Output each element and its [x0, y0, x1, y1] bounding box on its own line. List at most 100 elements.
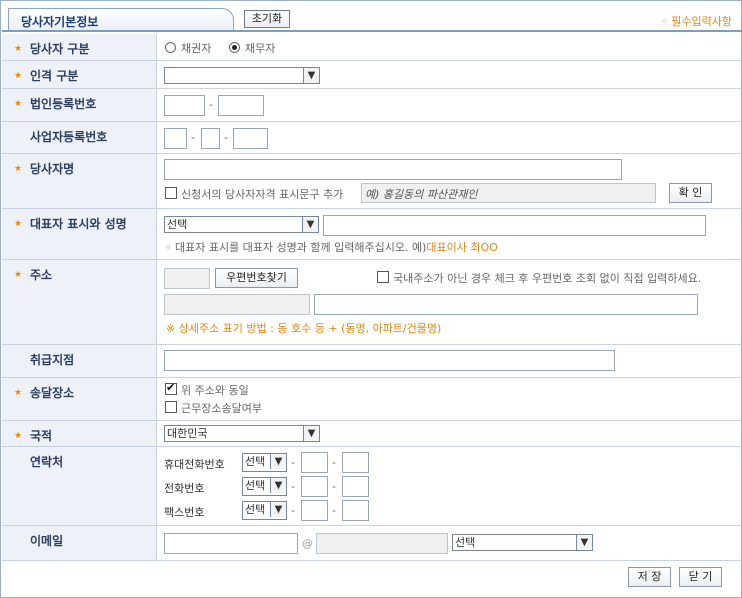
- chevron-down-icon: ▼: [270, 454, 286, 469]
- phone-prefix-select[interactable]: 선택 ▼: [242, 477, 287, 496]
- representative-title-select[interactable]: 선택 ▼: [164, 216, 319, 233]
- label-cell: 이메일: [2, 526, 157, 560]
- dash: -: [291, 504, 295, 517]
- label-cell: 사업자등록번호: [2, 122, 157, 153]
- phone-mid-input[interactable]: [301, 476, 328, 497]
- person-type-select[interactable]: ▼: [164, 67, 320, 84]
- required-star-icon: ★: [14, 388, 23, 398]
- required-star-icon: ★: [14, 219, 23, 229]
- row-address: ★ 주소 우편번호찾기 국내주소가 아닌 경우 체크 후 우편번호 조회 없이 직…: [2, 260, 742, 345]
- qualification-check-label: 신청서의 당사자자격 표시문구 추가: [181, 188, 344, 201]
- qualification-checkbox[interactable]: [165, 187, 177, 199]
- email-domain-select[interactable]: 선택 ▼: [452, 534, 593, 551]
- hint-text: ◦ 대표자 표시를 대표자 성명과 함께 입력해주십시오. 예): [165, 241, 427, 254]
- find-zipcode-button[interactable]: 우편번호찾기: [215, 268, 298, 288]
- required-star-icon: ★: [14, 99, 23, 109]
- close-button[interactable]: 닫 기: [679, 567, 722, 587]
- biz-reg-no-part2[interactable]: [201, 128, 220, 149]
- debtor-label: 채무자: [245, 42, 276, 55]
- address-detail-input[interactable]: [314, 294, 698, 315]
- same-address-checkbox[interactable]: [165, 381, 177, 395]
- hint-example: 대표이사 최OO: [426, 241, 498, 254]
- creditor-label: 채권자: [181, 42, 212, 55]
- label-cell: 연락처: [2, 447, 157, 525]
- biz-reg-no-part3[interactable]: [233, 128, 268, 149]
- branch-input[interactable]: [164, 350, 615, 371]
- save-button[interactable]: 저 장: [628, 567, 671, 587]
- row-party-name: ★ 당사자명 신청서의 당사자자격 표시문구 추가 예) 홍길동의 파산관재인 확…: [2, 154, 742, 209]
- fax-mid-input[interactable]: [301, 500, 328, 521]
- phone-last-input[interactable]: [342, 476, 369, 497]
- required-star-icon: ★: [14, 44, 23, 54]
- biz-reg-no-part1[interactable]: [164, 128, 187, 149]
- nationality-select[interactable]: 대한민국 ▼: [164, 425, 320, 442]
- address-format-note: ※ 상세주소 표기 방법 : 동 호수 등 + (동명, 아파트/건물명): [166, 322, 442, 335]
- workplace-delivery-checkbox[interactable]: [165, 401, 177, 413]
- foreign-address-label: 국내주소가 아닌 경우 체크 후 우편번호 조회 없이 직접 입력하세요.: [393, 272, 702, 285]
- row-contact: 연락처 휴대전화번호 선택 ▼ - - 전화번호 선택 ▼ - - 팩스번호 선택 ▼…: [2, 447, 742, 526]
- email-local-input[interactable]: [164, 533, 298, 554]
- chevron-down-icon: ▼: [303, 426, 319, 441]
- zipcode-input[interactable]: [164, 268, 210, 289]
- dash: -: [291, 456, 295, 469]
- corp-reg-no-label: 법인등록번호: [30, 97, 97, 111]
- dash: -: [191, 131, 195, 144]
- row-party-type: ★ 당사자 구분 채권자 채무자: [2, 34, 742, 61]
- representative-select-value: 선택: [167, 218, 188, 231]
- biz-reg-no-label: 사업자등록번호: [30, 130, 108, 144]
- row-delivery: ★ 송달장소 위 주소와 동일 근무장소송달여부: [2, 378, 742, 421]
- label-cell: ★ 당사자 구분: [2, 34, 157, 60]
- nationality-label: 국적: [30, 429, 53, 443]
- corp-reg-no-part2[interactable]: [218, 95, 264, 116]
- dash: -: [224, 131, 228, 144]
- person-type-label: 인격 구분: [30, 69, 79, 83]
- required-star-icon: ★: [14, 71, 23, 81]
- representative-label: 대표자 표시와 성명: [30, 217, 127, 231]
- required-note: ◦ 필수입력사항: [661, 15, 732, 28]
- mobile-mid-input[interactable]: [301, 452, 328, 473]
- reset-button[interactable]: 초기화: [244, 10, 290, 28]
- row-corp-reg-no: ★ 법인등록번호 -: [2, 89, 742, 122]
- representative-name-input[interactable]: [323, 215, 706, 236]
- row-nationality: ★ 국적 대한민국 ▼: [2, 421, 742, 447]
- fax-prefix-select[interactable]: 선택 ▼: [242, 501, 287, 520]
- label-cell: ★ 법인등록번호: [2, 89, 157, 121]
- mobile-prefix-select[interactable]: 선택 ▼: [242, 453, 287, 472]
- row-biz-reg-no: 사업자등록번호 - -: [2, 122, 742, 154]
- corp-reg-no-part1[interactable]: [164, 95, 205, 116]
- dash: -: [332, 480, 336, 493]
- radio-debtor[interactable]: [229, 42, 240, 53]
- mobile-last-input[interactable]: [342, 452, 369, 473]
- branch-label: 취급지점: [30, 353, 75, 367]
- row-email: 이메일 @ 선택 ▼: [2, 526, 742, 561]
- required-star-icon: ★: [14, 164, 23, 174]
- dash: -: [209, 98, 213, 111]
- foreign-address-checkbox[interactable]: [377, 271, 389, 283]
- row-branch: 취급지점: [2, 345, 742, 378]
- tab-bar: 당사자기본정보 초기화 ◦ 필수입력사항: [2, 2, 742, 32]
- label-cell: ★ 인격 구분: [2, 61, 157, 88]
- label-cell: 취급지점: [2, 345, 157, 377]
- radio-creditor[interactable]: [165, 42, 176, 53]
- party-name-input[interactable]: [164, 159, 622, 180]
- fax-prefix-value: 선택: [245, 503, 266, 516]
- party-type-label: 당사자 구분: [30, 42, 90, 56]
- workplace-delivery-label: 근무장소송달여부: [181, 402, 262, 415]
- dash: -: [291, 480, 295, 493]
- chevron-down-icon: ▼: [270, 478, 286, 493]
- contact-label: 연락처: [30, 455, 64, 469]
- fax-label: 팩스번호: [164, 506, 205, 519]
- representative-hint: ◦ 대표자 표시를 대표자 성명과 함께 입력해주십시오. 예)대표이사 최OO: [165, 239, 498, 255]
- address-line1-input[interactable]: [164, 294, 310, 315]
- dash: -: [332, 456, 336, 469]
- same-address-label: 위 주소와 동일: [181, 384, 249, 397]
- qualification-text-input[interactable]: 예) 홍길동의 파산관재인: [361, 183, 656, 203]
- email-domain-input[interactable]: [316, 533, 448, 554]
- delivery-label: 송달장소: [30, 386, 75, 400]
- tab-party-basic-info[interactable]: 당사자기본정보: [8, 8, 234, 31]
- fax-last-input[interactable]: [342, 500, 369, 521]
- nationality-value: 대한민국: [167, 427, 208, 440]
- confirm-button[interactable]: 확 인: [669, 183, 712, 203]
- chevron-down-icon: ▼: [270, 502, 286, 517]
- qualification-placeholder: 예) 홍길동의 파산관재인: [365, 188, 478, 201]
